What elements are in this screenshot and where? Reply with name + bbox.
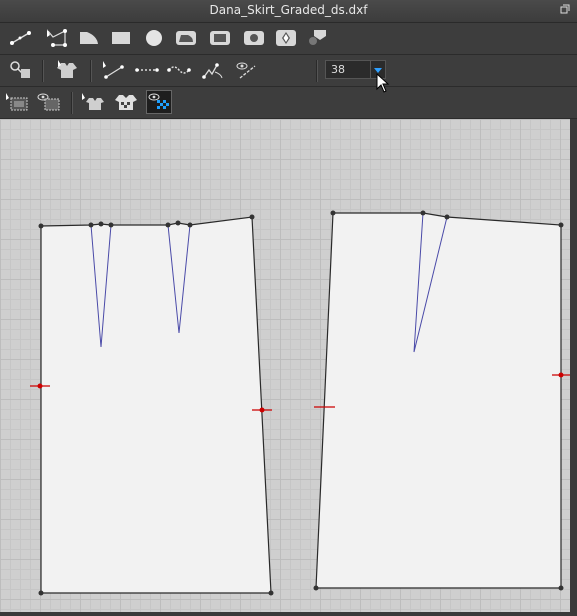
right-scrollbar-edge: [570, 119, 577, 612]
dart-tool-icon[interactable]: [200, 58, 226, 82]
circle-tool-icon[interactable]: [141, 26, 167, 50]
diamond-tool-icon[interactable]: [273, 26, 299, 50]
skirt-front-piece[interactable]: [30, 214, 274, 596]
curve-shape-tool-icon[interactable]: [76, 26, 102, 50]
garment-tool-icon[interactable]: [54, 58, 80, 82]
fabric-icon[interactable]: [113, 90, 139, 114]
dotted-line-icon[interactable]: [134, 58, 160, 82]
title-bar: Dana_Skirt_Graded_ds.dxf: [0, 0, 577, 23]
skirt-back-piece[interactable]: [313, 210, 571, 591]
select-garment-icon[interactable]: [80, 90, 106, 114]
rounded-rect-tool-icon[interactable]: [207, 26, 233, 50]
pattern-pieces: [30, 210, 571, 596]
notch-shape-tool-icon[interactable]: [305, 26, 331, 50]
wave-line-icon[interactable]: [166, 58, 192, 82]
window-title: Dana_Skirt_Graded_ds.dxf: [209, 3, 368, 17]
rounded-shape-tool-icon[interactable]: [173, 26, 199, 50]
square-circle-tool-icon[interactable]: [241, 26, 267, 50]
view-line-icon[interactable]: [233, 58, 259, 82]
pattern-canvas[interactable]: [0, 119, 570, 612]
grading-toolbar: [0, 55, 577, 87]
maximize-icon[interactable]: [559, 4, 571, 16]
line-tool-icon[interactable]: [8, 26, 34, 50]
view-toolbar: [0, 87, 577, 119]
view-fabric-icon[interactable]: [146, 90, 172, 114]
drawing-toolbar: [0, 23, 577, 55]
mouse-cursor-icon: [376, 72, 390, 97]
size-select[interactable]: 38: [325, 60, 371, 79]
polyline-tool-icon[interactable]: [44, 26, 70, 50]
view-grid-icon[interactable]: [36, 90, 62, 114]
pin-tool-icon[interactable]: [8, 58, 34, 82]
measure-line-icon[interactable]: [100, 58, 126, 82]
rectangle-tool-icon[interactable]: [108, 26, 134, 50]
select-grid-icon[interactable]: [4, 90, 30, 114]
